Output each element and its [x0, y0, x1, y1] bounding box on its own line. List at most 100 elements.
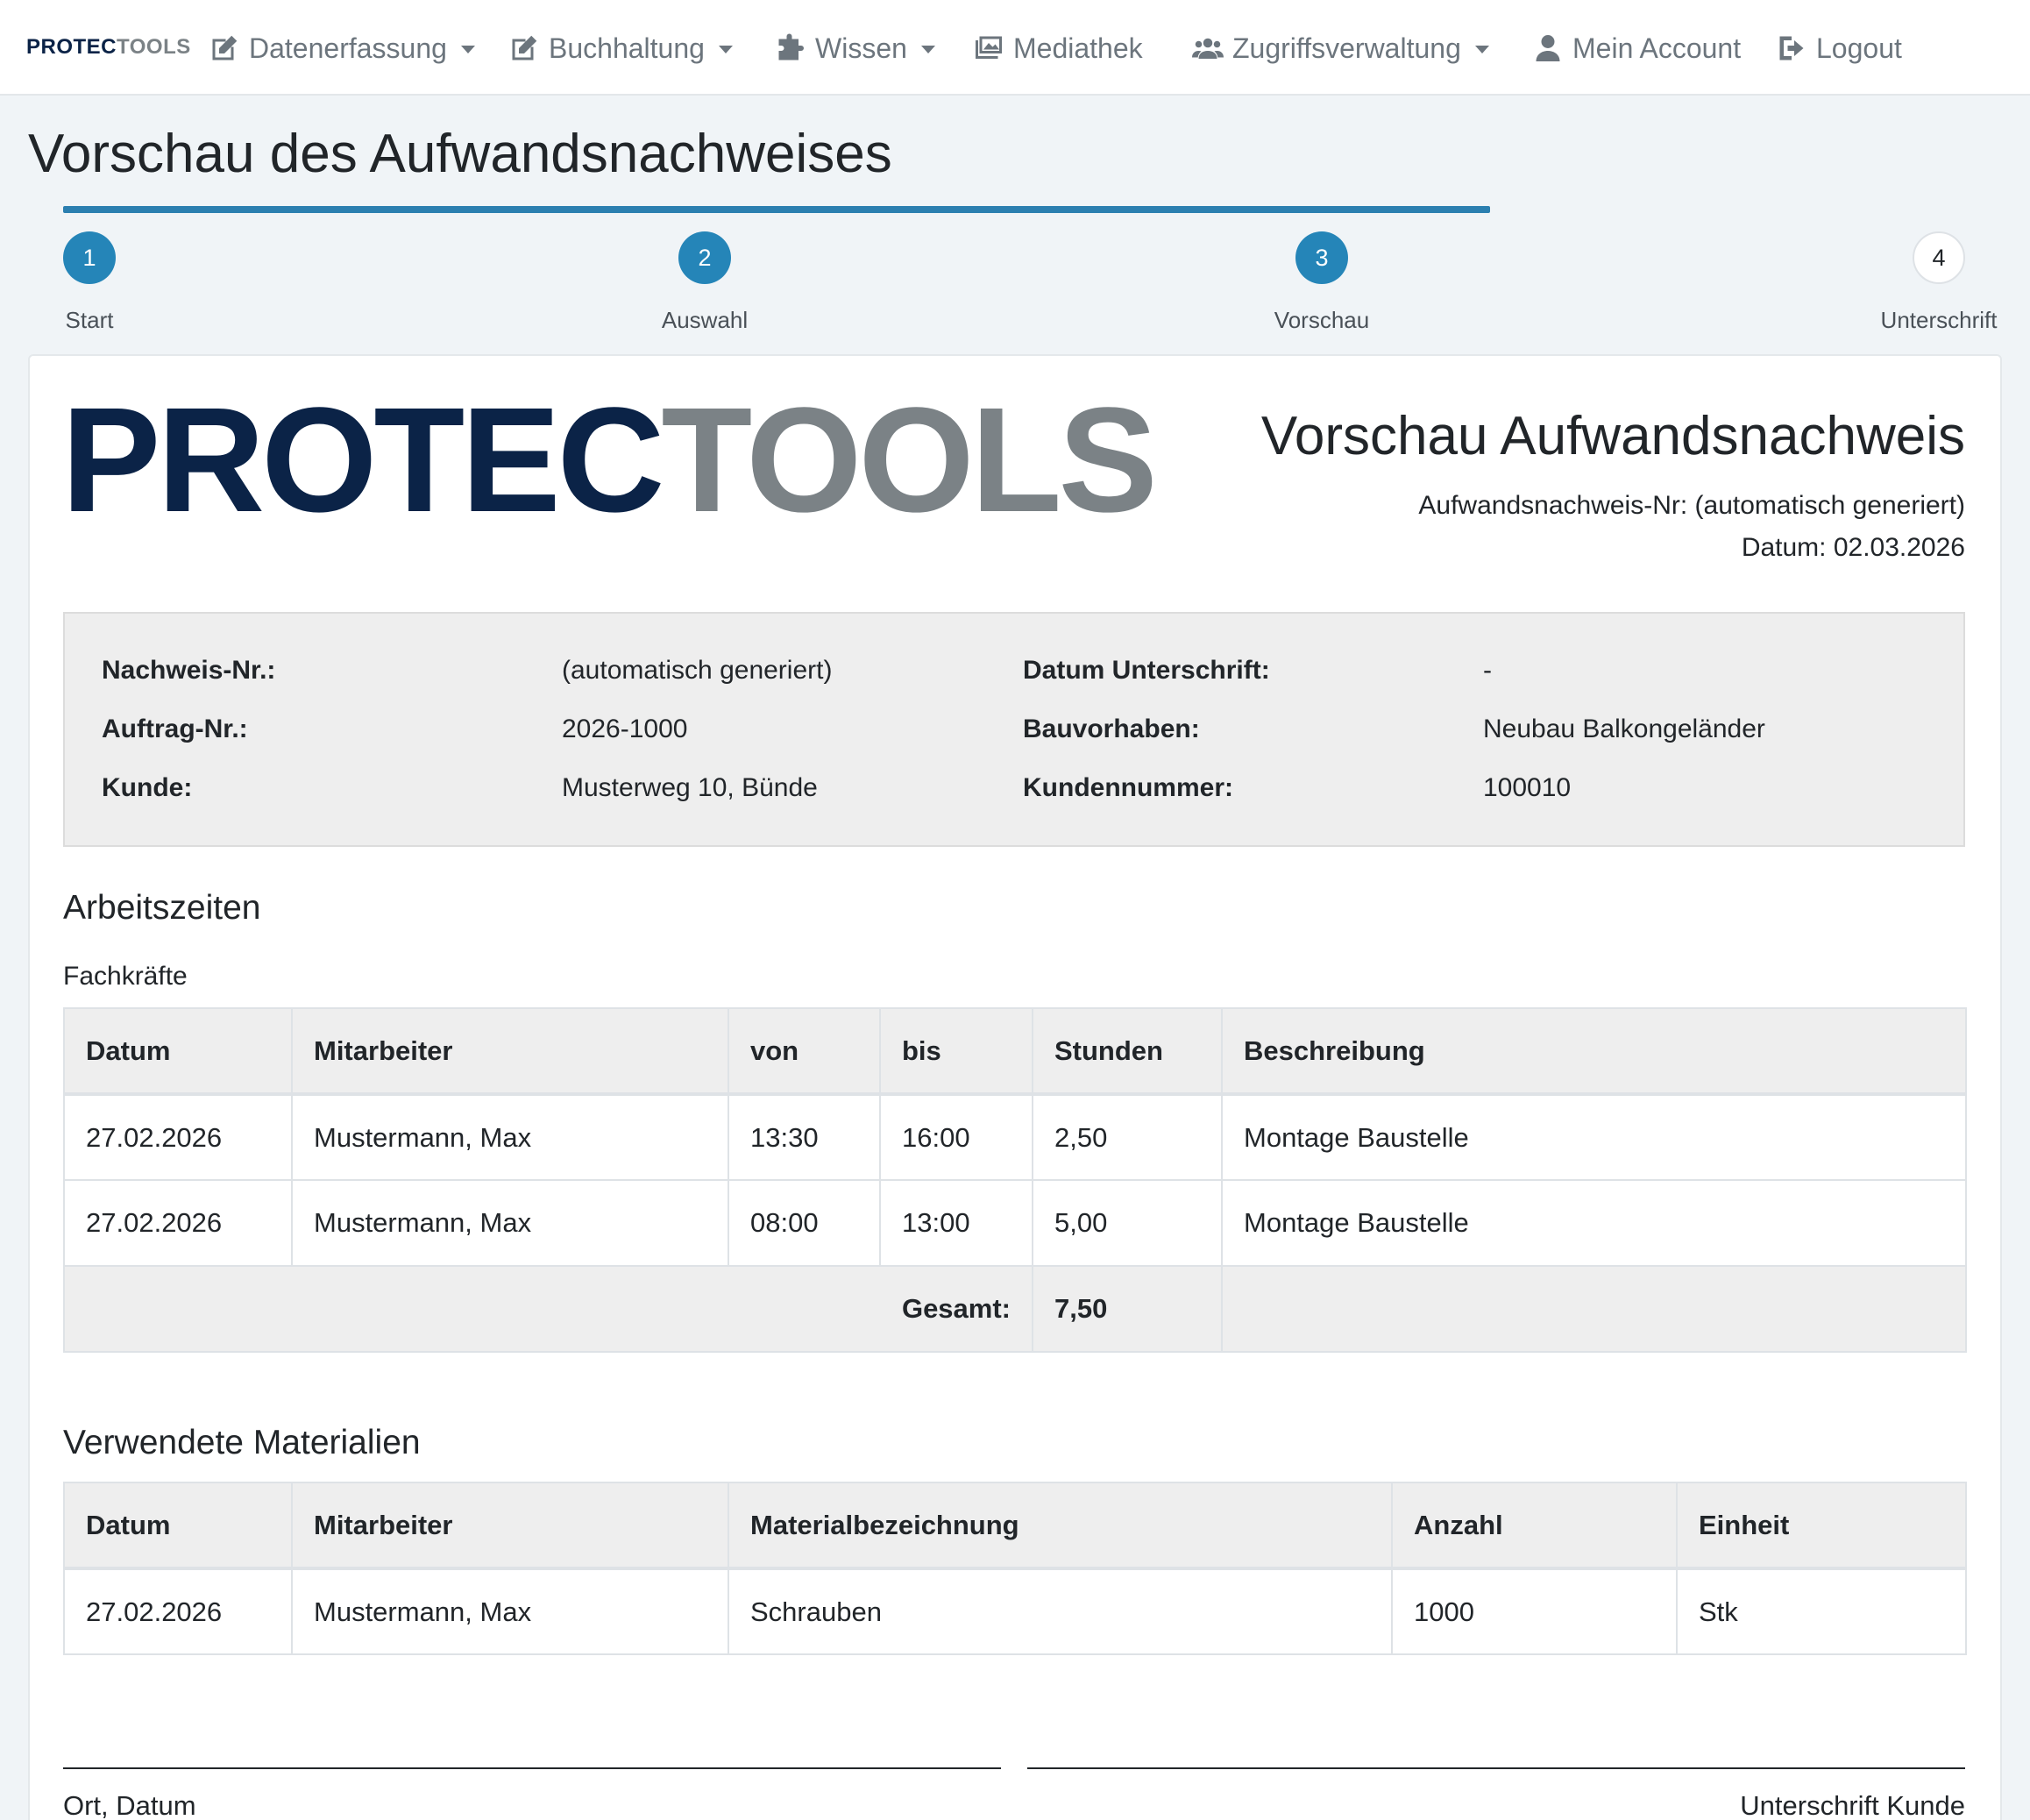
cell-mitarbeiter: Mustermann, Max [291, 1093, 729, 1181]
column-header: Mitarbeiter [291, 1007, 729, 1096]
signature-line-right [1027, 1767, 1965, 1769]
images-icon [976, 36, 1002, 59]
datum-unterschrift-value: - [1483, 656, 1492, 685]
kunde-label: Kunde: [102, 773, 193, 802]
table-row: 27.02.2026 Mustermann, Max 08:00 13:00 5… [63, 1179, 1967, 1267]
step-1[interactable]: 1 [63, 231, 116, 284]
cell-einheit: Stk [1676, 1568, 1967, 1655]
nav-label: Buchhaltung [549, 32, 705, 64]
logo-part-1: PROTEC [61, 377, 664, 544]
cell-bis: 13:00 [879, 1179, 1033, 1267]
total-value: 7,50 [1032, 1265, 1223, 1353]
cell-mitarbeiter: Mustermann, Max [291, 1568, 729, 1655]
nav-label: Logout [1816, 32, 1902, 64]
step-label-auswahl: Auswahl [661, 307, 749, 333]
kunde-value: Musterweg 10, Bünde [562, 773, 818, 802]
edit-icon [212, 35, 238, 60]
page-title: Vorschau des Aufwandsnachweises [28, 124, 892, 184]
step-label-vorschau: Vorschau [1274, 307, 1370, 333]
signature-line-left [63, 1767, 1001, 1769]
logo-part-2: TOOLS [661, 377, 1157, 544]
materialien-table: Datum Mitarbeiter Materialbezeichnung An… [63, 1482, 1967, 1655]
column-header: Einheit [1676, 1482, 1967, 1570]
cell-datum: 27.02.2026 [63, 1179, 293, 1267]
section-heading-materialien: Verwendete Materialien [63, 1424, 421, 1461]
cell-von: 08:00 [728, 1179, 881, 1267]
bauvorhaben-label: Bauvorhaben: [1023, 714, 1200, 743]
cell-material: Schrauben [728, 1568, 1393, 1655]
cell-stunden: 2,50 [1032, 1093, 1223, 1181]
nav-label: Wissen [815, 32, 907, 64]
brand-part-1: PROTEC [26, 35, 117, 59]
column-header: von [728, 1007, 881, 1096]
total-row: Gesamt: 7,50 [63, 1265, 1967, 1353]
nachweis-label: Nachweis-Nr.: [102, 656, 276, 685]
company-logo: PROTECTOOLS [61, 386, 1158, 535]
nav-buchhaltung[interactable]: Buchhaltung [508, 26, 733, 70]
step-label-unterschrift: Unterschrift [1880, 307, 1998, 333]
cell-mitarbeiter: Mustermann, Max [291, 1179, 729, 1267]
cell-beschreibung: Montage Baustelle [1221, 1179, 1967, 1267]
auftrag-value: 2026-1000 [562, 714, 688, 743]
cell-datum: 27.02.2026 [63, 1093, 293, 1181]
nav-label: Zugriffsverwaltung [1232, 32, 1461, 64]
nav-label: Datenerfassung [249, 32, 447, 64]
column-header: Stunden [1032, 1007, 1223, 1096]
nav-zugriffsverwaltung[interactable]: Zugriffsverwaltung [1192, 26, 1489, 70]
document-number: Aufwandsnachweis-Nr: (automatisch generi… [1418, 491, 1965, 520]
auftrag-label: Auftrag-Nr.: [102, 714, 248, 743]
table-header-row: Datum Mitarbeiter von bis Stunden Beschr… [63, 1007, 1967, 1096]
nachweis-value: (automatisch generiert) [562, 656, 833, 685]
table-row: 27.02.2026 Mustermann, Max Schrauben 100… [63, 1568, 1967, 1655]
edit-icon [512, 35, 537, 60]
step-4[interactable]: 4 [1913, 231, 1965, 284]
column-header: Anzahl [1391, 1482, 1678, 1570]
progress-bar [63, 206, 1490, 213]
nav-logout[interactable]: Logout [1776, 26, 1902, 70]
column-header: Materialbezeichnung [728, 1482, 1393, 1570]
column-header: Mitarbeiter [291, 1482, 729, 1570]
cell-stunden: 5,00 [1032, 1179, 1223, 1267]
document-title: Vorschau Aufwandsnachweis [1260, 406, 1965, 466]
chevron-down-icon [920, 45, 935, 53]
table-header-row: Datum Mitarbeiter Materialbezeichnung An… [63, 1482, 1967, 1570]
signature-label-ort-datum: Ort, Datum [63, 1790, 196, 1820]
navbar-brand[interactable]: PROTECTOOLS [26, 35, 191, 60]
total-empty [1221, 1265, 1967, 1353]
datum-unterschrift-label: Datum Unterschrift: [1023, 656, 1270, 685]
chevron-down-icon [460, 45, 475, 53]
nav-label: Mein Account [1572, 32, 1742, 64]
column-header: bis [879, 1007, 1033, 1096]
subheading-fachkraefte: Fachkräfte [63, 962, 188, 991]
cell-anzahl: 1000 [1391, 1568, 1678, 1655]
cell-von: 13:30 [728, 1093, 881, 1181]
column-header: Datum [63, 1482, 293, 1570]
logout-icon [1779, 36, 1804, 60]
brand-part-2: TOOLS [117, 35, 191, 59]
nav-mein-account[interactable]: Mein Account [1532, 26, 1741, 70]
puzzle-icon [778, 33, 804, 60]
kundennummer-label: Kundennummer: [1023, 773, 1233, 802]
cell-datum: 27.02.2026 [63, 1568, 293, 1655]
users-icon [1192, 38, 1224, 59]
bauvorhaben-value: Neubau Balkongeländer [1483, 714, 1765, 743]
user-icon [1536, 35, 1560, 61]
total-label: Gesamt: [63, 1265, 1033, 1353]
arbeitszeiten-table: Datum Mitarbeiter von bis Stunden Beschr… [63, 1007, 1967, 1353]
signature-label-kunde: Unterschrift Kunde [1740, 1790, 1965, 1820]
chevron-down-icon [718, 45, 733, 53]
section-heading-arbeitszeiten: Arbeitszeiten [63, 889, 261, 927]
nav-mediathek[interactable]: Mediathek [973, 26, 1143, 70]
cell-beschreibung: Montage Baustelle [1221, 1093, 1967, 1181]
step-2[interactable]: 2 [678, 231, 731, 284]
document-date: Datum: 02.03.2026 [1741, 533, 1965, 562]
column-header: Beschreibung [1221, 1007, 1967, 1096]
kundennummer-value: 100010 [1483, 773, 1572, 802]
cell-bis: 16:00 [879, 1093, 1033, 1181]
step-label-start: Start [65, 307, 114, 333]
table-row: 27.02.2026 Mustermann, Max 13:30 16:00 2… [63, 1093, 1967, 1181]
nav-wissen[interactable]: Wissen [775, 26, 935, 70]
nav-datenerfassung[interactable]: Datenerfassung [209, 26, 475, 70]
step-3[interactable]: 3 [1295, 231, 1348, 284]
column-header: Datum [63, 1007, 293, 1096]
